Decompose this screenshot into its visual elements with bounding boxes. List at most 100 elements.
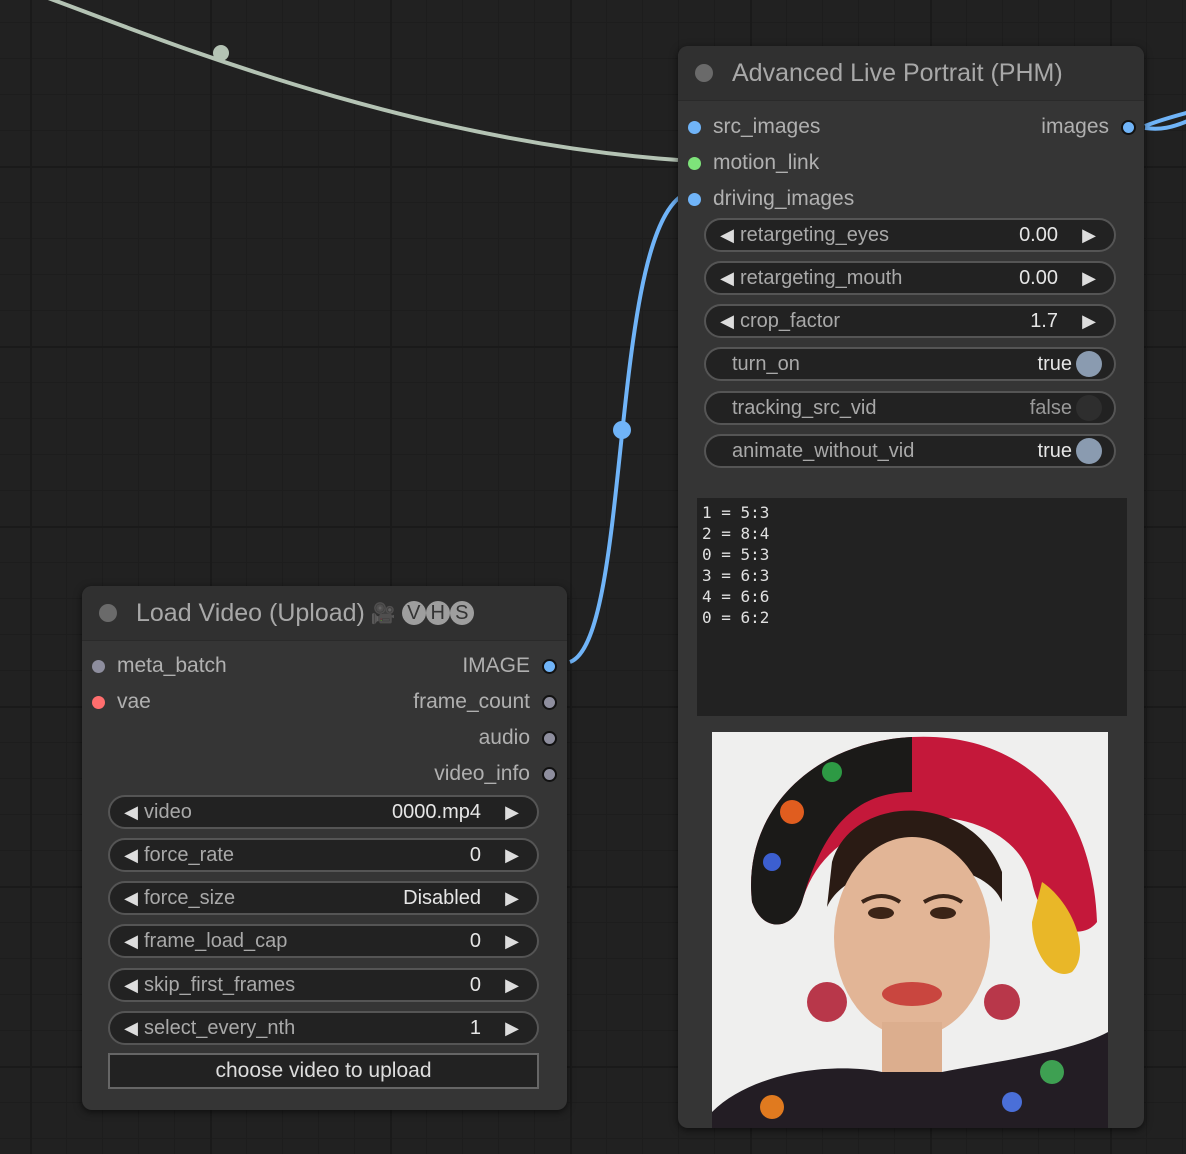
node-title-bar[interactable]: Load Video (Upload) 🎥 V H S: [82, 586, 567, 641]
slot-label: audio: [478, 726, 530, 749]
widget-skip-first-frames[interactable]: ◀ skip_first_frames 0 ▶: [108, 968, 539, 1002]
widget-label: skip_first_frames: [144, 973, 296, 996]
collapse-dot-icon[interactable]: [99, 604, 117, 622]
slot-label: IMAGE: [462, 654, 530, 677]
decrement-arrow-icon[interactable]: ◀: [118, 802, 144, 823]
load-video-node[interactable]: Load Video (Upload) 🎥 V H S meta_batch I…: [82, 586, 567, 1110]
increment-arrow-icon[interactable]: ▶: [499, 845, 525, 866]
decrement-arrow-icon[interactable]: ◀: [118, 888, 144, 909]
slot-label: driving_images: [713, 187, 855, 210]
widget-force-rate[interactable]: ◀ force_rate 0 ▶: [108, 838, 539, 872]
slot-label: video_info: [434, 762, 530, 785]
slot-dot-icon[interactable]: [542, 730, 557, 746]
link-images-out[interactable]: [1144, 110, 1186, 131]
input-slot-meta-batch[interactable]: meta_batch: [92, 648, 227, 684]
widget-value[interactable]: 0: [470, 930, 481, 953]
decrement-arrow-icon[interactable]: ◀: [714, 268, 740, 289]
widget-select-every-nth[interactable]: ◀ select_every_nth 1 ▶: [108, 1011, 539, 1045]
slot-dot-icon[interactable]: [92, 659, 105, 673]
toggle-turn-on[interactable]: turn_on true: [704, 347, 1116, 381]
slot-dot-icon[interactable]: [688, 120, 701, 134]
output-slot-video-info[interactable]: video_info: [434, 756, 557, 792]
input-slot-src-images[interactable]: src_images: [688, 109, 820, 145]
widget-crop-factor[interactable]: ◀ crop_factor 1.7 ▶: [704, 304, 1116, 338]
increment-arrow-icon[interactable]: ▶: [499, 931, 525, 952]
toggle-on-icon[interactable]: [1076, 351, 1102, 377]
slot-row: vae frame_count: [82, 684, 567, 720]
decrement-arrow-icon[interactable]: ◀: [118, 1018, 144, 1039]
slot-dot-icon[interactable]: [92, 695, 105, 709]
widget-value[interactable]: 0.00: [1019, 224, 1058, 247]
slot-row: meta_batch IMAGE: [82, 648, 567, 684]
slot-dot-icon[interactable]: [542, 658, 557, 674]
increment-arrow-icon[interactable]: ▶: [499, 1018, 525, 1039]
slot-row: src_images images: [678, 109, 1144, 145]
output-slot-images[interactable]: images: [1041, 109, 1136, 145]
widget-value[interactable]: 0.00: [1019, 267, 1058, 290]
widget-retargeting-mouth[interactable]: ◀ retargeting_mouth 0.00 ▶: [704, 261, 1116, 295]
slot-row: audio: [82, 720, 567, 756]
decrement-arrow-icon[interactable]: ◀: [118, 931, 144, 952]
output-slot-image[interactable]: IMAGE: [462, 648, 557, 684]
widget-value[interactable]: 1: [470, 1017, 481, 1040]
link-image-driving[interactable]: [569, 195, 682, 664]
widget-retargeting-eyes[interactable]: ◀ retargeting_eyes 0.00 ▶: [704, 218, 1116, 252]
widget-value[interactable]: 0: [470, 974, 481, 997]
decrement-arrow-icon[interactable]: ◀: [714, 225, 740, 246]
slot-dot-icon[interactable]: [688, 156, 701, 170]
widget-label: frame_load_cap: [144, 929, 288, 952]
link-image-midpoint[interactable]: [613, 421, 631, 439]
increment-arrow-icon[interactable]: ▶: [499, 888, 525, 909]
slot-dot-icon[interactable]: [542, 766, 557, 782]
increment-arrow-icon[interactable]: ▶: [499, 975, 525, 996]
toggle-off-icon[interactable]: [1076, 395, 1102, 421]
live-portrait-node[interactable]: Advanced Live Portrait (PHM) src_images …: [678, 46, 1144, 1128]
widget-label: select_every_nth: [144, 1016, 296, 1039]
increment-arrow-icon[interactable]: ▶: [1076, 268, 1102, 289]
link-motion-midpoint[interactable]: [213, 45, 229, 61]
slot-label: motion_link: [713, 151, 820, 174]
toggle-on-icon[interactable]: [1076, 438, 1102, 464]
choose-video-upload-button[interactable]: choose video to upload: [108, 1053, 539, 1089]
widget-value[interactable]: Disabled: [403, 887, 481, 910]
slot-dot-icon[interactable]: [688, 192, 701, 206]
slot-label: src_images: [713, 115, 821, 138]
toggle-animate-without-vid[interactable]: animate_without_vid true: [704, 434, 1116, 468]
input-slot-motion-link[interactable]: motion_link: [688, 145, 819, 181]
link-motion[interactable]: [40, 0, 679, 162]
command-textarea[interactable]: 1 = 5:3 2 = 8:4 0 = 5:3 3 = 6:3 4 = 6:6 …: [697, 498, 1127, 716]
decrement-arrow-icon[interactable]: ◀: [714, 311, 740, 332]
slot-label: meta_batch: [117, 654, 227, 677]
widget-force-size[interactable]: ◀ force_size Disabled ▶: [108, 881, 539, 915]
increment-arrow-icon[interactable]: ▶: [1076, 311, 1102, 332]
slot-row: motion_link: [678, 145, 1144, 181]
increment-arrow-icon[interactable]: ▶: [1076, 225, 1102, 246]
slot-label: vae: [117, 690, 151, 713]
widget-label: force_rate: [144, 843, 235, 866]
badge-letter: V: [401, 601, 426, 625]
widget-label: video: [144, 800, 192, 823]
widget-value[interactable]: 1.7: [1030, 310, 1058, 333]
widget-frame-load-cap[interactable]: ◀ frame_load_cap 0 ▶: [108, 924, 539, 958]
slot-dot-icon[interactable]: [1121, 119, 1136, 135]
preview-image: [712, 732, 1108, 1128]
increment-arrow-icon[interactable]: ▶: [499, 802, 525, 823]
widget-label: retargeting_eyes: [740, 223, 889, 246]
decrement-arrow-icon[interactable]: ◀: [118, 975, 144, 996]
input-slot-driving-images[interactable]: driving_images: [688, 181, 854, 217]
output-slot-frame-count[interactable]: frame_count: [413, 684, 557, 720]
input-slot-vae[interactable]: vae: [92, 684, 151, 720]
toggle-tracking-src-vid[interactable]: tracking_src_vid false: [704, 391, 1116, 425]
widget-value[interactable]: 0: [470, 844, 481, 867]
collapse-dot-icon[interactable]: [695, 64, 713, 82]
slot-dot-icon[interactable]: [542, 694, 557, 710]
node-title-bar[interactable]: Advanced Live Portrait (PHM): [678, 46, 1144, 101]
output-slot-audio[interactable]: audio: [479, 720, 557, 756]
widget-video[interactable]: ◀ video 0000.mp4 ▶: [108, 795, 539, 829]
decrement-arrow-icon[interactable]: ◀: [118, 845, 144, 866]
widget-label: animate_without_vid: [732, 439, 915, 462]
slot-label: images: [1041, 115, 1109, 138]
node-title: Load Video (Upload): [136, 598, 365, 627]
widget-value[interactable]: 0000.mp4: [392, 801, 481, 824]
widget-label: turn_on: [732, 352, 800, 375]
